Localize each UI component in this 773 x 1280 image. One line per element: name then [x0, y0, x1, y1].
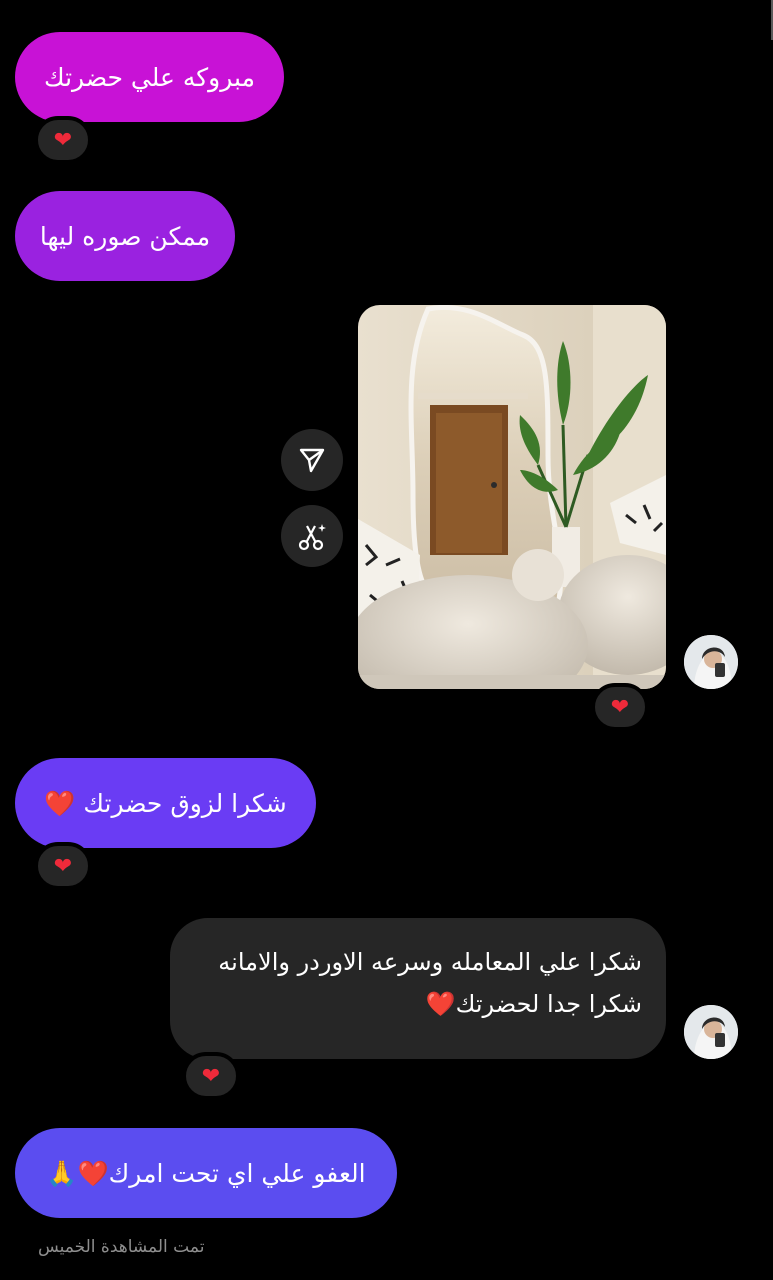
heart-icon: ❤ [610, 694, 630, 720]
seen-status: تمت المشاهدة الخميس [38, 1237, 205, 1257]
avatar-photo [684, 1005, 738, 1059]
heart-icon: ❤ [53, 127, 73, 153]
message-bubble-received[interactable]: شكرا علي المعامله وسرعه الاوردر والامانه… [170, 918, 666, 1059]
cutout-button[interactable] [281, 505, 343, 567]
reaction-badge[interactable]: ❤ [34, 116, 92, 164]
heart-icon: ❤ [201, 1063, 221, 1089]
message-bubble-sent[interactable]: العفو علي اي تحت امرك❤️🙏 [15, 1128, 397, 1218]
message-bubble-sent[interactable]: ممكن صوره ليها [15, 191, 235, 281]
message-text: شكرا لزوق حضرتك ❤️ [44, 788, 287, 818]
message-line: شكرا علي المعامله وسرعه الاوردر والامانه [218, 948, 642, 976]
message-bubble-sent[interactable]: شكرا لزوق حضرتك ❤️ [15, 758, 316, 848]
message-text: العفو علي اي تحت امرك❤️🙏 [46, 1158, 366, 1188]
chat-thread: مبروكه علي حضرتك ❤ ممكن صوره ليها ❤ شكرا… [0, 0, 773, 1280]
message-line: شكرا جدا لحضرتك❤️ [425, 990, 642, 1018]
photo-message[interactable] [358, 305, 666, 689]
message-text: ممكن صوره ليها [39, 221, 211, 251]
contact-avatar[interactable] [684, 635, 738, 689]
avatar-photo [684, 635, 738, 689]
reaction-badge[interactable]: ❤ [182, 1052, 240, 1100]
message-text: مبروكه علي حضرتك [44, 62, 255, 92]
message-bubble-sent[interactable]: مبروكه علي حضرتك [15, 32, 284, 122]
reaction-badge[interactable]: ❤ [591, 683, 649, 731]
share-icon [299, 448, 325, 473]
heart-icon: ❤ [53, 853, 73, 879]
share-button[interactable] [281, 429, 343, 491]
scissors-sparkle-icon [298, 524, 326, 551]
room-photo [358, 305, 666, 689]
contact-avatar[interactable] [684, 1005, 738, 1059]
reaction-badge[interactable]: ❤ [34, 842, 92, 890]
